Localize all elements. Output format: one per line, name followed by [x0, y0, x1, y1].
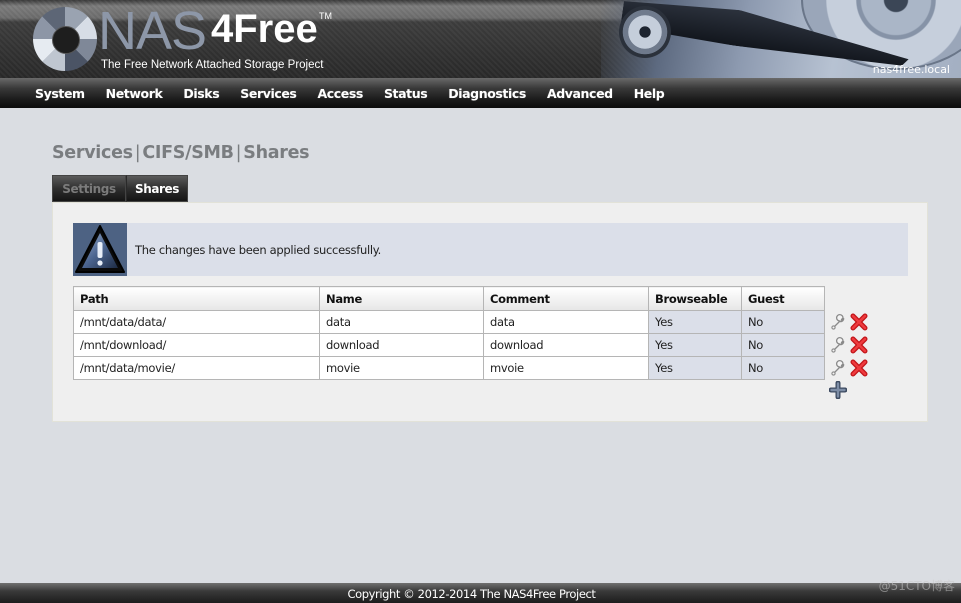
nav-help[interactable]: Help [634, 86, 665, 101]
column-header-browseable: Browseable [648, 286, 742, 311]
cell-browseable: Yes [648, 333, 742, 357]
tab-settings[interactable]: Settings [52, 175, 126, 202]
alert-message: The changes have been applied successful… [135, 242, 381, 257]
logo-text-nas: NAS [98, 1, 207, 61]
cell-comment: download [483, 333, 649, 357]
add-share-plus-icon[interactable] [828, 380, 848, 400]
hostname-label: nas4free.local [872, 63, 950, 76]
cell-name: download [319, 333, 484, 357]
cell-path: /mnt/download/ [73, 333, 320, 357]
cell-guest: No [741, 333, 825, 357]
logo-trademark: TM [319, 11, 332, 21]
actuator-pivot-graphic [619, 6, 671, 58]
edit-wrench-icon[interactable] [830, 336, 848, 354]
watermark-text: @51CTO博客 [878, 579, 955, 593]
delete-x-icon[interactable] [850, 359, 868, 377]
nav-disks[interactable]: Disks [183, 86, 219, 101]
breadcrumb-shares: Shares [243, 143, 310, 163]
column-header-comment: Comment [483, 286, 649, 311]
breadcrumb-services: Services [52, 143, 133, 163]
breadcrumb-cifs-smb: CIFS/SMB [142, 143, 234, 163]
page-title: Services | CIFS/SMB | Shares [52, 143, 310, 163]
copyright-text: Copyright © 2012-2014 The NAS4Free Proje… [347, 587, 596, 601]
table-row: /mnt/data/data/ data data Yes No [73, 310, 825, 334]
nav-services[interactable]: Services [240, 86, 297, 101]
header-banner: NAS 4Free TM The Free Network Attached S… [0, 0, 961, 78]
edit-wrench-icon[interactable] [830, 359, 848, 377]
content-panel: The changes have been applied successful… [52, 202, 928, 422]
cell-path: /mnt/data/movie/ [73, 356, 320, 380]
cell-guest: No [741, 310, 825, 334]
cell-name: data [319, 310, 484, 334]
shares-table: Path Name Comment Browseable Guest /mnt/… [73, 286, 825, 380]
cell-comment: data [483, 310, 649, 334]
column-header-guest: Guest [741, 286, 825, 311]
row-actions [830, 359, 868, 377]
delete-x-icon[interactable] [850, 313, 868, 331]
nav-status[interactable]: Status [384, 86, 428, 101]
nav-network[interactable]: Network [106, 86, 163, 101]
warning-icon [73, 223, 127, 276]
logo-text-4free: 4Free [211, 7, 318, 51]
success-alert: The changes have been applied successful… [73, 223, 908, 276]
cell-guest: No [741, 356, 825, 380]
cell-comment: mvoie [483, 356, 649, 380]
table-header-row: Path Name Comment Browseable Guest [73, 286, 825, 311]
cell-browseable: Yes [648, 310, 742, 334]
tab-bar: Settings Shares [52, 175, 188, 202]
column-header-path: Path [73, 286, 320, 311]
cell-browseable: Yes [648, 356, 742, 380]
nav-access[interactable]: Access [317, 86, 363, 101]
footer-bar: Copyright © 2012-2014 The NAS4Free Proje… [0, 583, 961, 603]
table-row: /mnt/download/ download download Yes No [73, 333, 825, 357]
delete-x-icon[interactable] [850, 336, 868, 354]
column-header-name: Name [319, 286, 484, 311]
row-actions [830, 336, 868, 354]
cell-name: movie [319, 356, 484, 380]
breadcrumb-separator: | [134, 143, 141, 163]
nas4free-logo-icon [33, 7, 97, 71]
breadcrumb-separator: | [235, 143, 242, 163]
logo-tagline: The Free Network Attached Storage Projec… [101, 59, 324, 71]
tab-shares[interactable]: Shares [126, 175, 188, 202]
nav-diagnostics[interactable]: Diagnostics [448, 86, 526, 101]
edit-wrench-icon[interactable] [830, 313, 848, 331]
row-actions [830, 313, 868, 331]
nav-advanced[interactable]: Advanced [547, 86, 613, 101]
cell-path: /mnt/data/data/ [73, 310, 320, 334]
table-row: /mnt/data/movie/ movie mvoie Yes No [73, 356, 825, 380]
nav-system[interactable]: System [35, 86, 85, 101]
main-navigation: System Network Disks Services Access Sta… [0, 78, 961, 108]
